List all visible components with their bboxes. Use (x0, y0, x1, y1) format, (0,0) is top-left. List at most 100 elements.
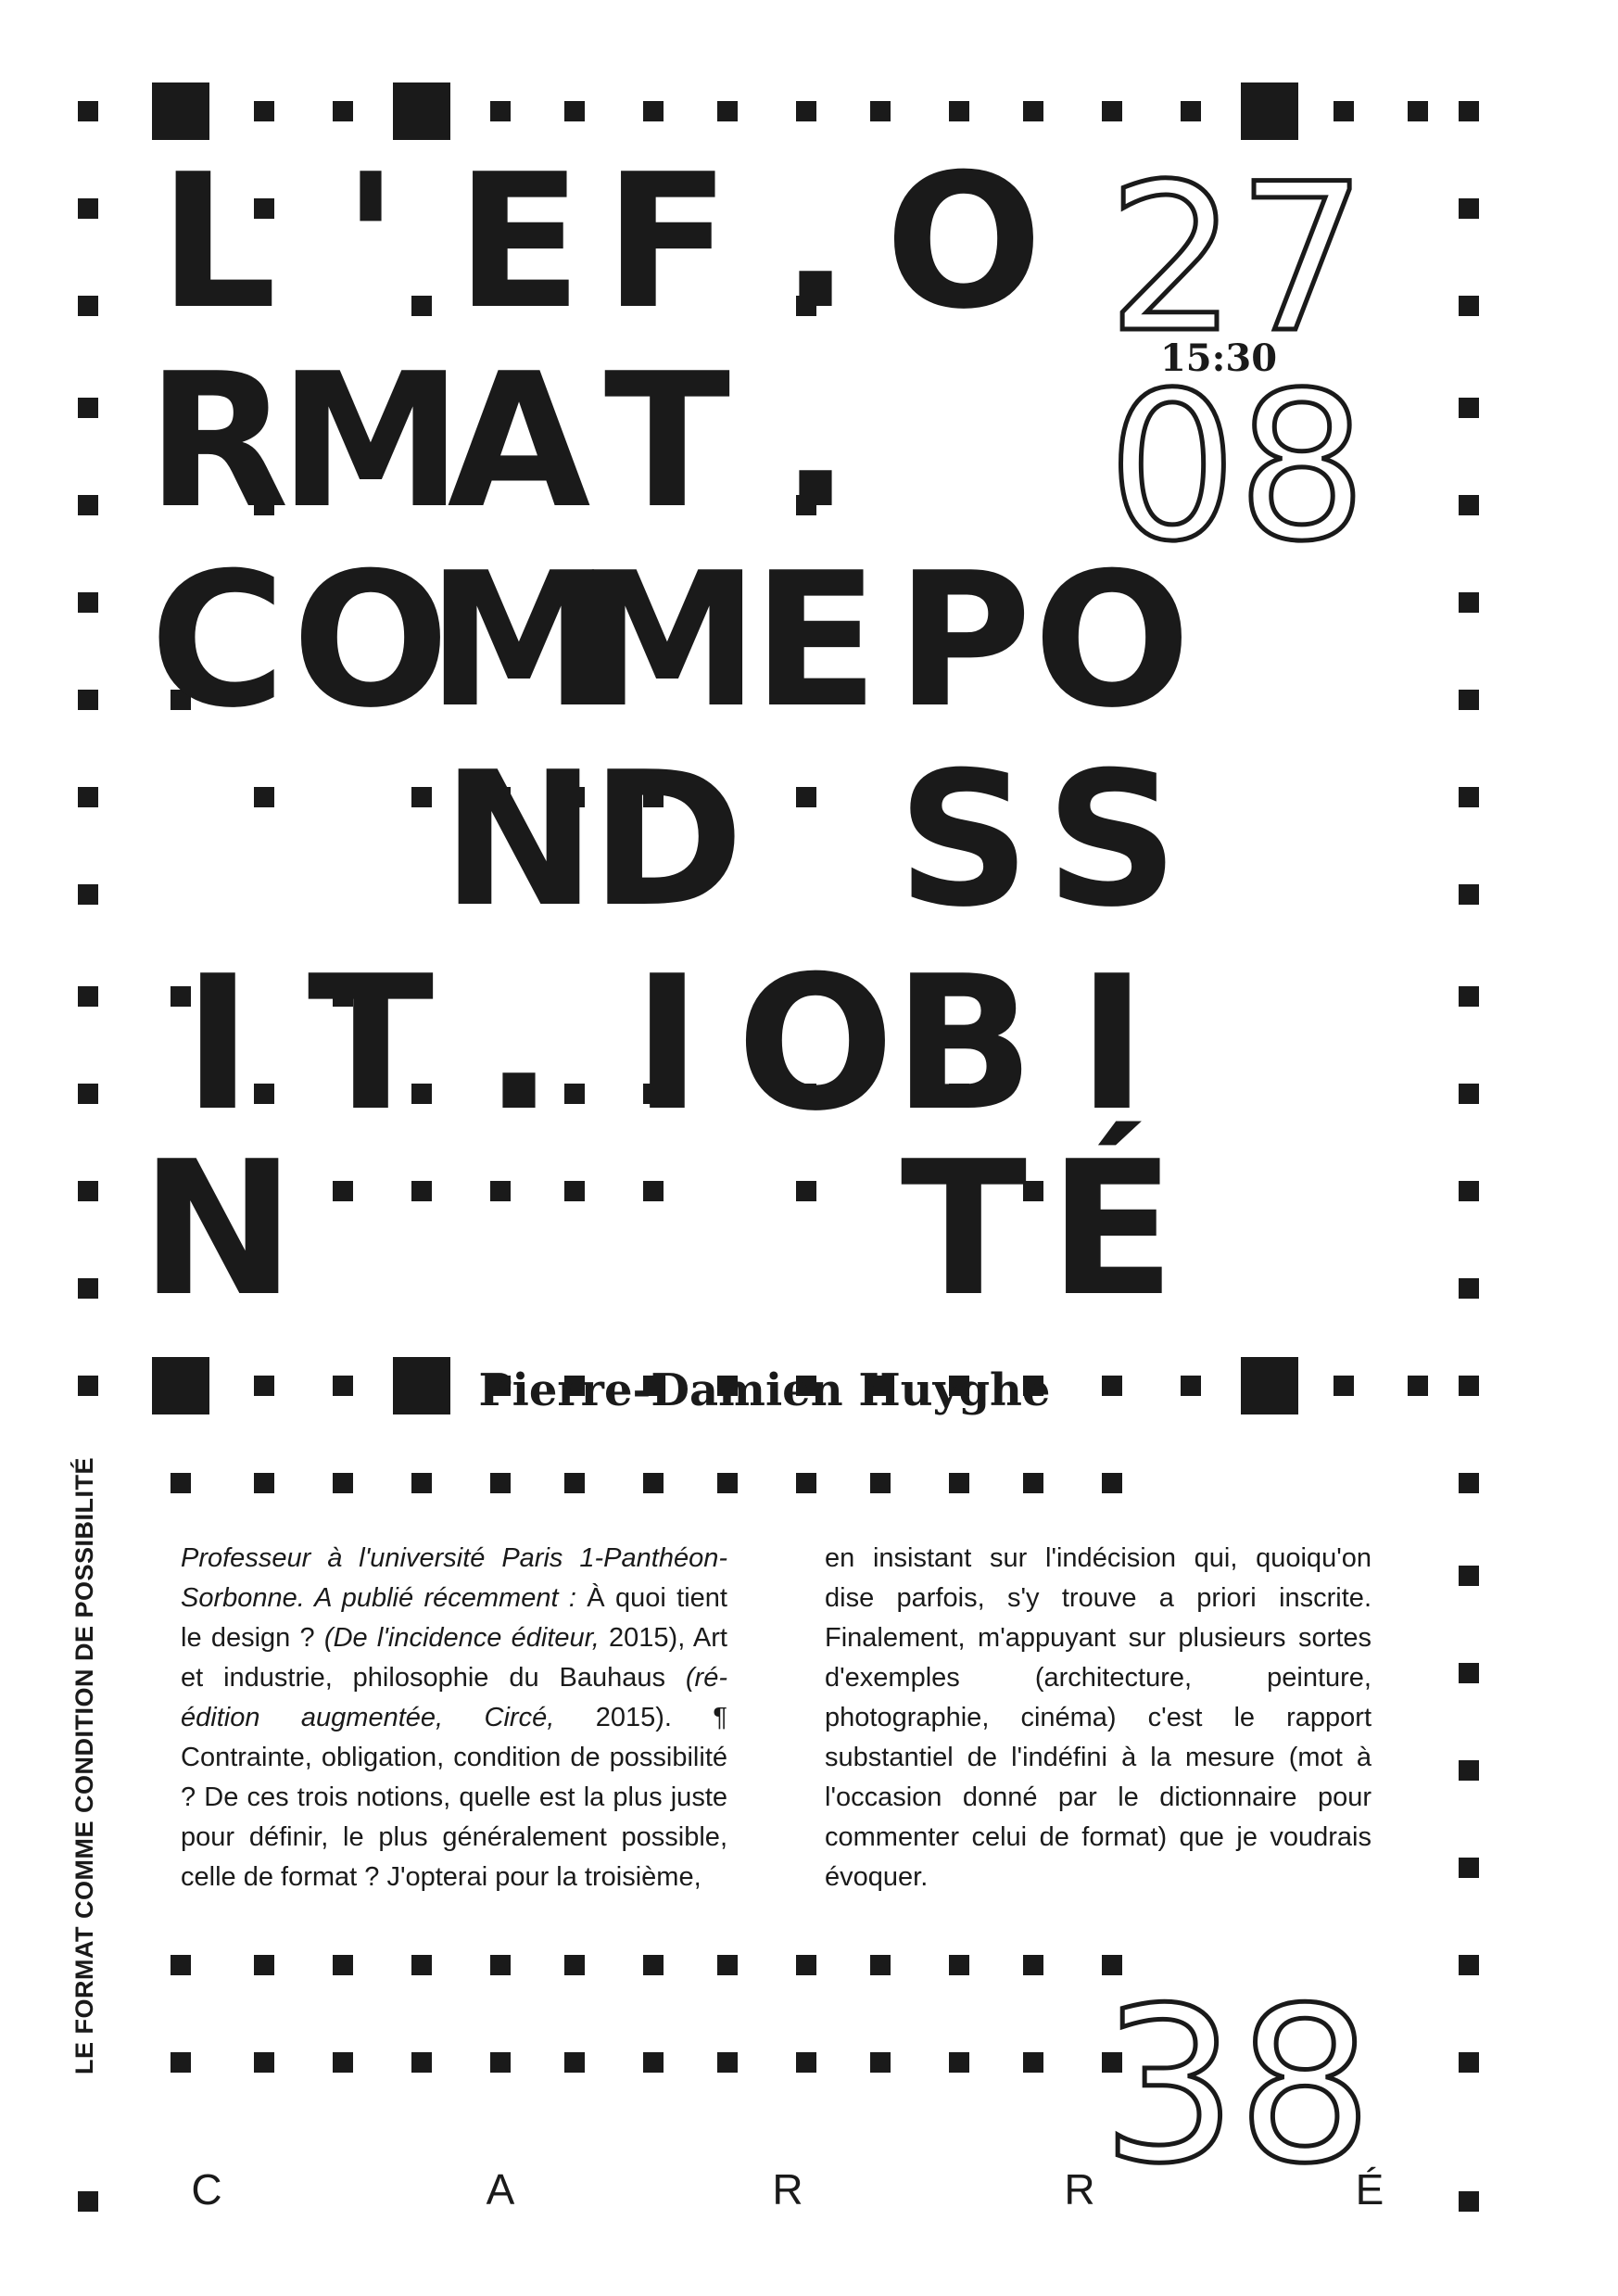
square-dot (490, 1473, 511, 1493)
square-dot (1459, 787, 1479, 807)
square-dot (796, 1955, 816, 1975)
square-dot (152, 82, 209, 140)
square-dot (1023, 2052, 1043, 2073)
title-letter: L (158, 134, 276, 350)
title-letter: I (183, 936, 252, 1152)
square-dot (949, 101, 969, 121)
square-dot (393, 82, 450, 140)
square-dot (796, 101, 816, 121)
square-dot (333, 1376, 353, 1396)
square-dot (254, 2052, 274, 2073)
square-dot (796, 1473, 816, 1493)
square-dot (78, 1376, 98, 1396)
square-dot (717, 2052, 738, 2073)
square-dot (643, 101, 664, 121)
square-dot (254, 101, 274, 121)
square-dot (171, 1473, 191, 1493)
square-dot (1459, 1278, 1479, 1299)
square-dot (78, 101, 98, 121)
square-dot (78, 986, 98, 1007)
square-dot (1023, 101, 1043, 121)
square-dot (1181, 1376, 1201, 1396)
title-letter: S (897, 732, 1030, 948)
square-dot (796, 2052, 816, 2073)
title-letter-grid: L ' E F. ORMA T .C OMME P OND S SI T. I OB IN T É (140, 134, 1191, 1338)
square-dot (1459, 690, 1479, 710)
title-letter: O (737, 936, 894, 1152)
square-dot (254, 787, 274, 807)
square-dot (254, 1473, 274, 1493)
square-dot (254, 1955, 274, 1975)
body-column-left: Professeur à l'université Paris 1-Panthé… (181, 1539, 727, 1897)
square-dot (1023, 1955, 1043, 1975)
square-dot (490, 1955, 511, 1975)
square-dot (1459, 2052, 1479, 2073)
square-dot (1459, 495, 1479, 515)
square-dot (870, 101, 891, 121)
square-dot (78, 198, 98, 219)
square-dot (1102, 101, 1122, 121)
square-dot (78, 884, 98, 905)
square-dot (411, 1955, 432, 1975)
title-letter: . (780, 334, 851, 550)
square-dot (1334, 1376, 1354, 1396)
square-dot (564, 1084, 585, 1104)
square-dot (152, 1357, 209, 1414)
title-letter: B (893, 936, 1034, 1152)
square-dot (643, 1181, 664, 1201)
square-dot (1408, 101, 1428, 121)
title-letter: A (448, 334, 591, 550)
date-month: 08 (1107, 349, 1367, 586)
title-letter: I (633, 936, 702, 1152)
square-dot (1459, 1760, 1479, 1781)
square-dot (564, 1473, 585, 1493)
title-letter: D (590, 732, 744, 948)
square-dot (1459, 1663, 1479, 1683)
square-dot (1459, 592, 1479, 613)
square-dot (78, 1181, 98, 1201)
title-letter: . (484, 936, 554, 1152)
square-dot (949, 1473, 969, 1493)
square-dot (254, 1376, 274, 1396)
square-dot (411, 787, 432, 807)
square-dot (78, 1278, 98, 1299)
title-letter: M (575, 533, 759, 749)
square-dot (949, 2052, 969, 2073)
square-dot (171, 1955, 191, 1975)
square-dot (333, 2052, 353, 2073)
square-dot (564, 101, 585, 121)
author-name: Pierre-Damien Huyghe (479, 1364, 1051, 1416)
body-column-right: en insistant sur l'indécision qui, quoiq… (825, 1543, 1372, 1892)
title-letter: E (456, 134, 583, 350)
title-letter: C (150, 533, 286, 749)
square-dot (78, 1084, 98, 1104)
square-dot (333, 1955, 353, 1975)
publication-letter-1: C (191, 2165, 221, 2214)
square-dot (564, 1955, 585, 1975)
title-letter: . (780, 134, 851, 350)
square-dot (1459, 2191, 1479, 2212)
square-dot (1181, 101, 1201, 121)
square-dot (333, 101, 353, 121)
square-dot (78, 495, 98, 515)
square-dot (1334, 101, 1354, 121)
square-dot (411, 1181, 432, 1201)
publication-letter-4: R (1064, 2165, 1094, 2214)
title-letter: T (604, 334, 730, 550)
square-dot (1102, 1376, 1122, 1396)
square-dot (490, 101, 511, 121)
title-letter: É (1049, 1121, 1176, 1338)
title-letter: R (146, 334, 289, 550)
square-dot (411, 2052, 432, 2073)
square-dot (796, 787, 816, 807)
title-letter: N (140, 1122, 295, 1338)
square-dot (1459, 198, 1479, 219)
square-dot (1459, 398, 1479, 418)
title-letter: P (896, 533, 1032, 749)
square-dot (411, 1473, 432, 1493)
spine-title: LE FORMAT COMME CONDITION DE POSSIBILITÉ (70, 1457, 98, 2074)
square-dot (564, 1181, 585, 1201)
square-dot (1459, 1376, 1479, 1396)
square-dot (78, 2191, 98, 2212)
square-dot (1459, 1181, 1479, 1201)
